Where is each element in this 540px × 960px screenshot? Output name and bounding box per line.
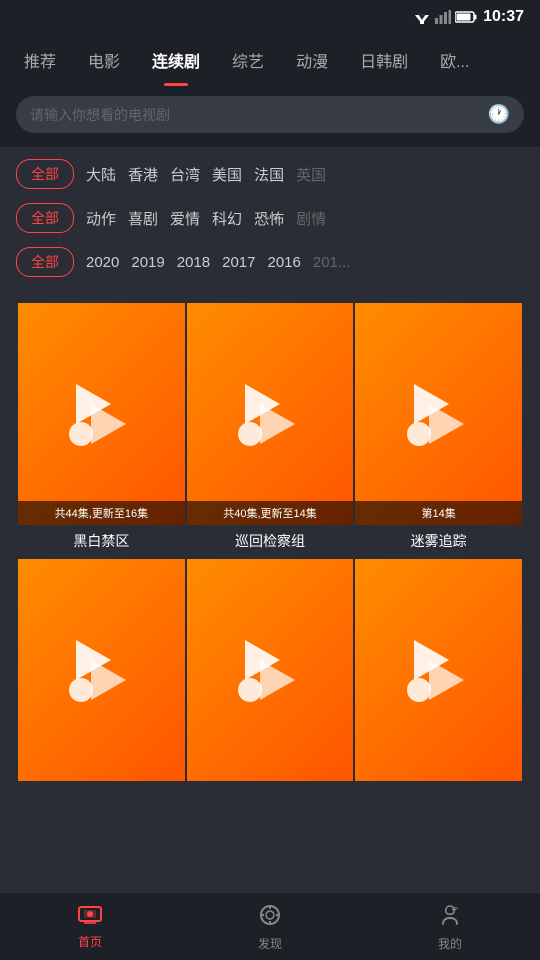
clock-time: 10:37 <box>483 8 524 26</box>
filter-row-genre: 全部 动作 喜剧 爱情 科幻 恐怖 剧情 <box>16 203 524 233</box>
filter-2020[interactable]: 2020 <box>86 254 119 271</box>
bottom-nav-home-label: 首页 <box>78 933 102 950</box>
search-input[interactable] <box>30 107 480 123</box>
filter-taiwan[interactable]: 台湾 <box>170 164 200 185</box>
home-svg <box>77 903 103 925</box>
filter-section: 全部 大陆 香港 台湾 美国 法国 英国 全部 动作 喜剧 爱情 科幻 恐怖 剧… <box>0 147 540 863</box>
card-4-title <box>18 781 185 793</box>
filter-row-year: 全部 2020 2019 2018 2017 2016 201... <box>16 247 524 277</box>
nav-item-movie[interactable]: 电影 <box>72 34 136 86</box>
card-1-badge: 共44集,更新至16集 <box>18 501 185 525</box>
nav-item-anime[interactable]: 动漫 <box>280 34 344 86</box>
filter-older[interactable]: 201... <box>313 254 351 271</box>
play-logo-2 <box>230 374 310 454</box>
filter-drama[interactable]: 剧情 <box>296 208 326 229</box>
filter-usa[interactable]: 美国 <box>212 164 242 185</box>
discover-svg <box>258 903 282 927</box>
status-bar: 10:37 <box>0 0 540 34</box>
play-logo-6 <box>399 630 479 710</box>
play-logo-4 <box>61 630 141 710</box>
filter-comedy[interactable]: 喜剧 <box>128 208 158 229</box>
nav-item-jkdrama[interactable]: 日韩剧 <box>344 34 424 86</box>
nav-item-recommend[interactable]: 推荐 <box>8 34 72 86</box>
card-3[interactable]: 第14集 迷雾追踪 <box>355 303 522 557</box>
nav-item-eu[interactable]: 欧... <box>424 34 485 86</box>
card-2[interactable]: 共40集,更新至14集 巡回检察组 <box>187 303 354 557</box>
filter-france[interactable]: 法国 <box>254 164 284 185</box>
filter-2017[interactable]: 2017 <box>222 254 255 271</box>
card-4-thumb <box>18 559 185 781</box>
card-6-thumb <box>355 559 522 781</box>
filter-mainland[interactable]: 大陆 <box>86 164 116 185</box>
card-4[interactable] <box>18 559 185 793</box>
card-2-title: 巡回检察组 <box>187 525 354 557</box>
filter-2019[interactable]: 2019 <box>131 254 164 271</box>
filter-all-region[interactable]: 全部 <box>16 159 74 189</box>
top-nav: 推荐 电影 连续剧 综艺 动漫 日韩剧 欧... <box>0 34 540 86</box>
filter-uk[interactable]: 英国 <box>296 164 326 185</box>
filter-2016[interactable]: 2016 <box>268 254 301 271</box>
content-grid: 共44集,更新至16集 黑白禁区 共40集,更新至14集 巡回检察组 <box>16 291 524 793</box>
filter-row-region: 全部 大陆 香港 台湾 美国 法国 英国 <box>16 159 524 189</box>
card-2-badge: 共40集,更新至14集 <box>187 501 354 525</box>
card-6-title <box>355 781 522 793</box>
search-container[interactable]: 🕐 <box>16 96 524 133</box>
card-3-title: 迷雾追踪 <box>355 525 522 557</box>
bottom-nav: 首页 发现 我的 <box>0 892 540 960</box>
bottom-nav-discover-label: 发现 <box>258 935 282 952</box>
card-1-title: 黑白禁区 <box>18 525 185 557</box>
profile-icon <box>438 903 462 931</box>
card-5[interactable] <box>187 559 354 793</box>
status-icons <box>413 10 477 24</box>
filter-scifi[interactable]: 科幻 <box>212 208 242 229</box>
filter-hongkong[interactable]: 香港 <box>128 164 158 185</box>
card-3-thumb: 第14集 <box>355 303 522 525</box>
card-2-thumb: 共40集,更新至14集 <box>187 303 354 525</box>
home-icon <box>77 903 103 929</box>
play-logo-1 <box>61 374 141 454</box>
wifi-icon <box>413 10 431 24</box>
discover-icon <box>258 903 282 931</box>
filter-all-genre[interactable]: 全部 <box>16 203 74 233</box>
filter-action[interactable]: 动作 <box>86 208 116 229</box>
filter-2018[interactable]: 2018 <box>177 254 210 271</box>
card-3-badge: 第14集 <box>355 501 522 525</box>
filter-all-year[interactable]: 全部 <box>16 247 74 277</box>
profile-svg <box>438 903 462 927</box>
search-bar: 🕐 <box>0 86 540 147</box>
play-logo-5 <box>230 630 310 710</box>
signal-icon <box>435 10 451 24</box>
bottom-nav-profile-label: 我的 <box>438 935 462 952</box>
card-1[interactable]: 共44集,更新至16集 黑白禁区 <box>18 303 185 557</box>
filter-romance[interactable]: 爱情 <box>170 208 200 229</box>
bottom-nav-home[interactable]: 首页 <box>0 893 180 960</box>
nav-item-series[interactable]: 连续剧 <box>136 34 216 86</box>
card-5-title <box>187 781 354 793</box>
card-1-thumb: 共44集,更新至16集 <box>18 303 185 525</box>
history-icon[interactable]: 🕐 <box>488 104 510 125</box>
battery-icon <box>455 11 477 23</box>
card-6[interactable] <box>355 559 522 793</box>
play-logo-3 <box>399 374 479 454</box>
bottom-nav-discover[interactable]: 发现 <box>180 893 360 960</box>
filter-horror[interactable]: 恐怖 <box>254 208 284 229</box>
bottom-nav-profile[interactable]: 我的 <box>360 893 540 960</box>
card-5-thumb <box>187 559 354 781</box>
nav-item-variety[interactable]: 综艺 <box>216 34 280 86</box>
